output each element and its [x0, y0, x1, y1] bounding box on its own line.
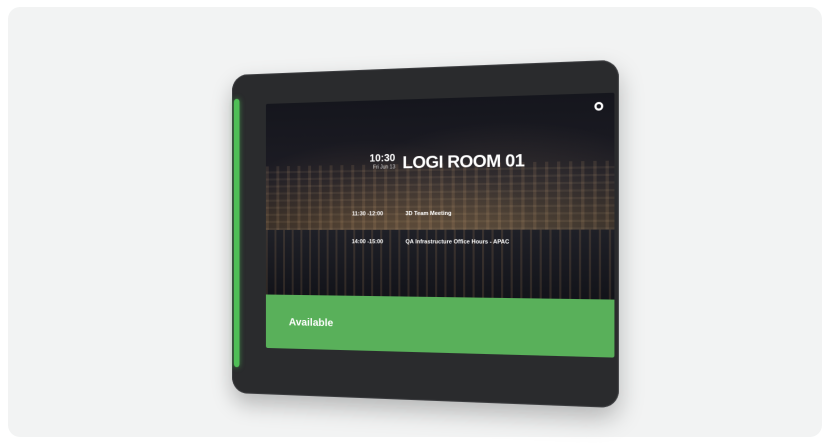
meeting-time: 14:00 -15:00	[351, 239, 384, 246]
room-booking-device: 10:30 Fri Jun 13 LOGI ROOM 01 11:30 -12:…	[232, 59, 619, 409]
clock-date: Fri Jun 13	[372, 164, 396, 171]
meeting-item[interactable]: 14:00 -15:00 QA Infrastructure Office Hou…	[343, 238, 510, 247]
meeting-time: 11:30 -12:00	[352, 211, 384, 218]
clock-time: 10:30	[369, 152, 396, 165]
meeting-title: QA Infrastructure Office Hours - APAC	[405, 239, 510, 246]
meeting-item[interactable]: 11:30 -12:00 3D Team Meeting	[343, 210, 451, 219]
status-led-strip	[233, 98, 240, 368]
meeting-title: 3D Team Meeting	[405, 210, 452, 218]
clock: 10:30 Fri Jun 13	[355, 152, 396, 172]
availability-status: Available	[288, 316, 334, 330]
device-screen: 10:30 Fri Jun 13 LOGI ROOM 01 11:30 -12:…	[265, 92, 615, 358]
room-name: LOGI ROOM 01	[402, 150, 525, 173]
tablet-frame: 10:30 Fri Jun 13 LOGI ROOM 01 11:30 -12:…	[232, 59, 619, 409]
availability-status-bar[interactable]: Available	[265, 294, 615, 358]
product-card: 10:30 Fri Jun 13 LOGI ROOM 01 11:30 -12:…	[8, 7, 822, 437]
